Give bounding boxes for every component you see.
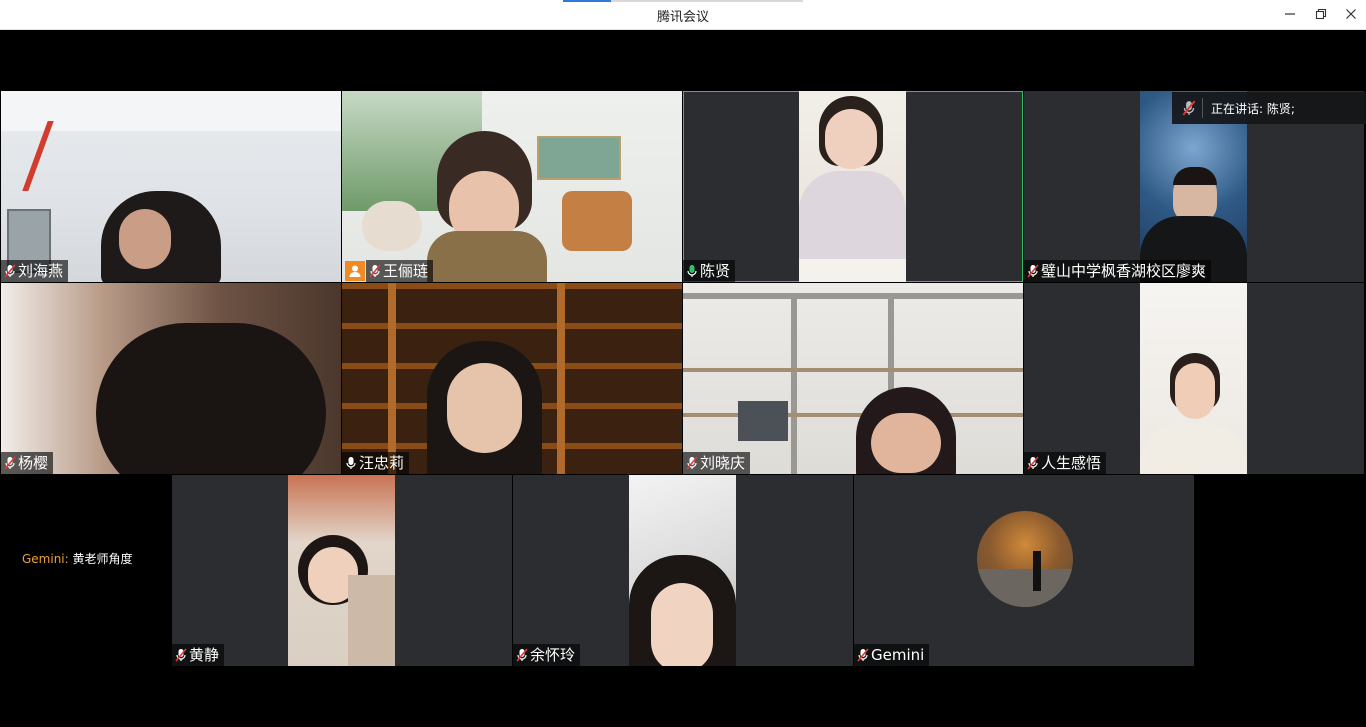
participant-video [1140,283,1247,474]
participant-name: 璧山中学枫香湖校区廖爽 [1041,262,1207,280]
window-title: 腾讯会议 [656,10,709,25]
mic-active-icon [687,265,697,277]
video-tile-10[interactable]: 余怀玲 [513,475,853,666]
video-tile-3-active-speaker[interactable]: 陈贤 [683,91,1023,282]
mic-muted-icon [686,456,698,470]
mic-muted-icon [1027,456,1039,470]
mic-muted-icon [857,648,869,662]
avatar [977,511,1073,607]
participant-name-tag: 余怀玲 [513,644,581,666]
participant-name-tag: Gemini [854,644,930,666]
user-icon [349,265,361,277]
participant-name-tag: 王俪琏 [366,260,434,282]
participant-name-tag: 刘海燕 [1,260,69,282]
participant-name-tag: 璧山中学枫香湖校区廖爽 [1024,260,1212,282]
participant-video [1,283,341,474]
participant-name-tag: 陈贤 [683,260,736,282]
participant-name-tag: 刘晓庆 [683,452,751,474]
close-icon [1346,9,1356,19]
restore-icon [1315,8,1327,20]
mic-muted-icon [1027,264,1039,278]
video-tile-1[interactable]: 刘海燕 [1,91,341,282]
tab-indicator [563,0,611,2]
participant-name: 刘海燕 [18,262,64,280]
participant-name: 陈贤 [700,262,731,280]
participant-name: 黄静 [189,646,220,664]
mic-muted-icon [4,456,16,470]
participant-video [342,283,682,474]
minimize-button[interactable] [1280,5,1300,25]
caption-speaker: Gemini: [22,552,69,566]
live-caption: Gemini: 黄老师角度 [22,550,133,567]
participant-name: 余怀玲 [530,646,576,664]
minimize-icon [1285,13,1295,15]
participant-video [683,283,1023,474]
tab-indicator-track [611,0,803,2]
mic-muted-icon [516,648,528,662]
divider [1202,98,1203,118]
video-tile-9[interactable]: 黄静 [172,475,512,666]
mic-muted-icon [1182,100,1196,116]
participant-name: 人生感悟 [1041,454,1102,472]
mic-on-icon [346,457,356,469]
participant-video [288,475,395,666]
participant-video [342,91,682,282]
caption-text: 黄老师角度 [72,552,133,566]
mic-muted-icon [4,264,16,278]
title-bar: 腾讯会议 [0,0,1366,30]
video-tile-11-avatar[interactable]: Gemini [854,475,1194,666]
participant-name-tag: 黄静 [172,644,225,666]
restore-button[interactable] [1311,5,1331,25]
participant-name-tag: 人生感悟 [1024,452,1107,474]
participant-name-tag: 汪忠莉 [342,452,410,474]
participant-video [629,475,736,666]
video-tile-2[interactable]: 王俪琏 [342,91,682,282]
video-tile-5[interactable]: 杨樱 [1,283,341,474]
participant-video [799,91,906,282]
participant-name-tag: 杨樱 [1,452,54,474]
close-button[interactable] [1341,5,1361,25]
video-tile-8[interactable]: 人生感悟 [1024,283,1364,474]
video-tile-7[interactable]: 刘晓庆 [683,283,1023,474]
participant-name: 杨樱 [18,454,49,472]
mic-muted-icon [175,648,187,662]
participant-name: 汪忠莉 [359,454,405,472]
host-badge [345,261,365,281]
speaking-indicator: 正在讲话: 陈贤; [1172,92,1366,124]
participant-video [1,91,341,282]
participant-name: 刘晓庆 [700,454,746,472]
speaking-text: 正在讲话: 陈贤; [1211,101,1295,116]
video-tile-6[interactable]: 汪忠莉 [342,283,682,474]
participant-name: 王俪琏 [383,262,429,280]
mic-muted-icon [369,264,381,278]
participant-name: Gemini [871,646,925,664]
